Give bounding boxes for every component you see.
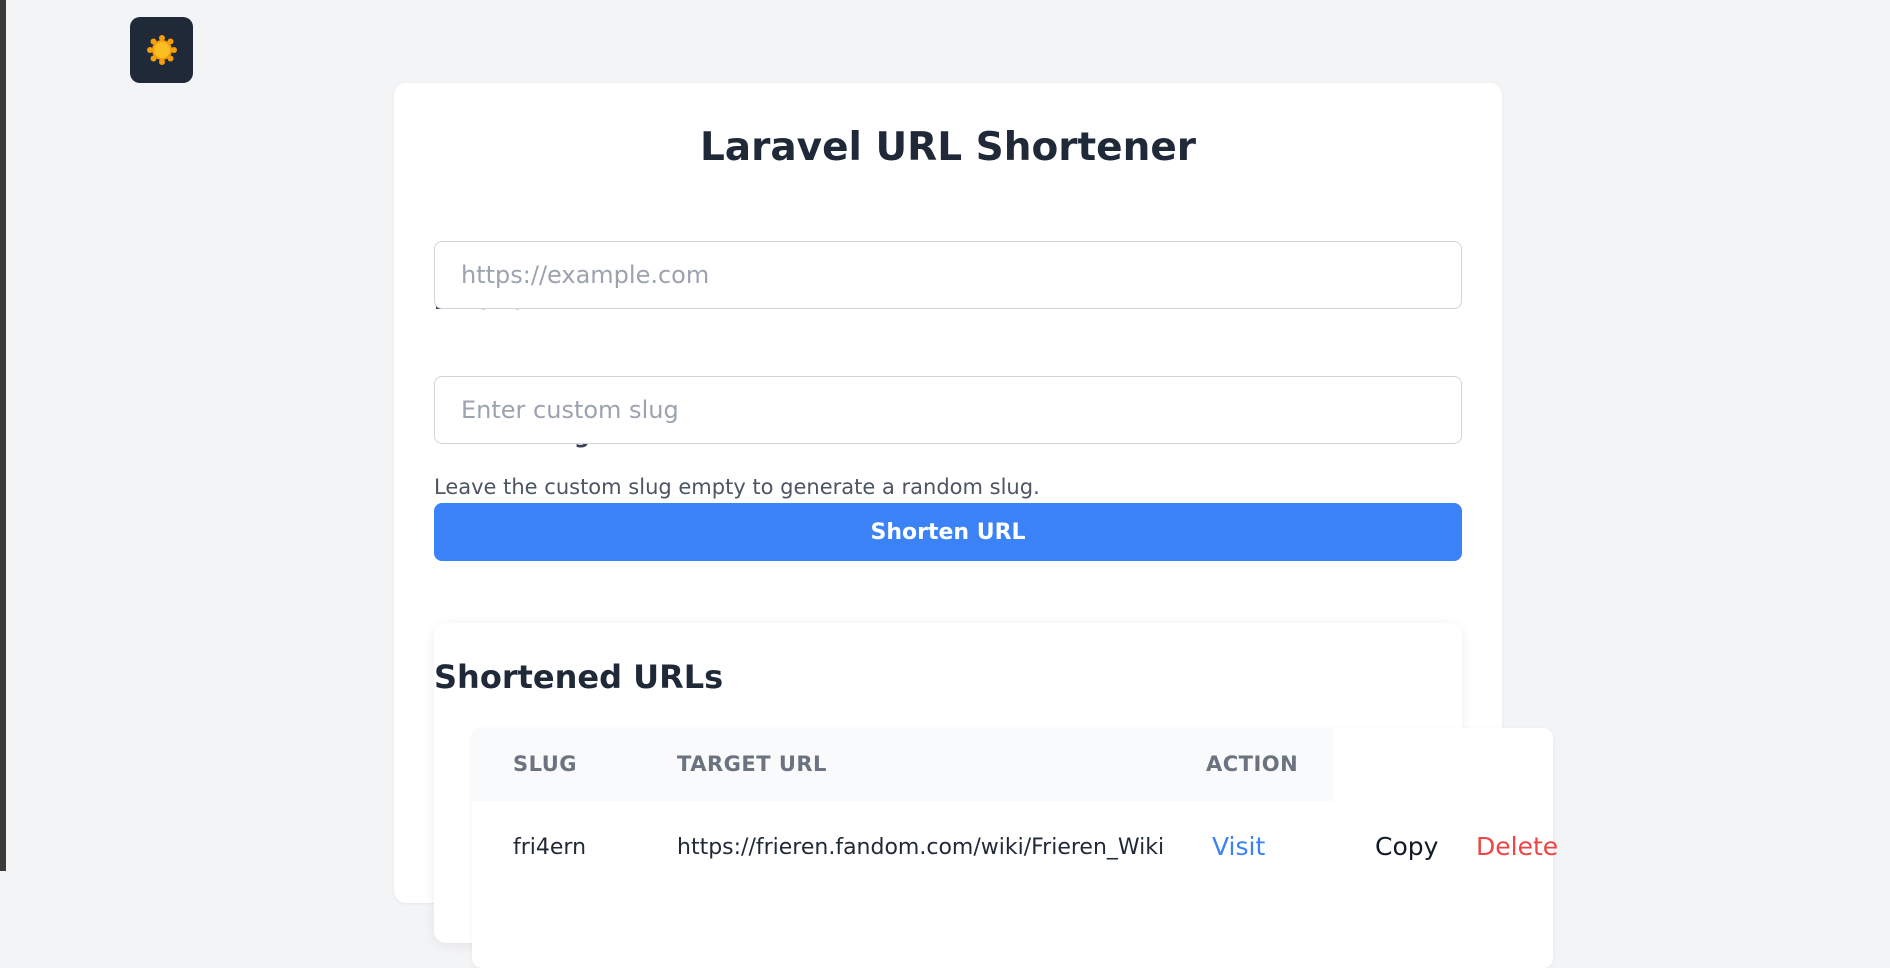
table-header	[472, 728, 1334, 801]
visit-link[interactable]: Visit	[1212, 832, 1265, 861]
delete-button[interactable]: Delete	[1476, 832, 1558, 861]
row-target-url: https://frieren.fandom.com/wiki/Frieren_…	[677, 835, 1165, 860]
copy-button[interactable]: Copy	[1375, 832, 1438, 861]
row-slug: fri4ern	[513, 835, 587, 860]
shortened-urls-title: Shortened URLs	[434, 658, 724, 696]
column-header-slug: SLUG	[513, 752, 578, 776]
theme-toggle-button[interactable]	[130, 17, 193, 83]
window-edge	[0, 0, 6, 871]
list-layer: Shortened URLs SLUG TARGET URL ACTION	[394, 83, 1553, 968]
column-header-action: ACTION	[1206, 752, 1299, 776]
column-header-target-url: TARGET URL	[677, 752, 827, 776]
sun-icon	[146, 35, 177, 65]
